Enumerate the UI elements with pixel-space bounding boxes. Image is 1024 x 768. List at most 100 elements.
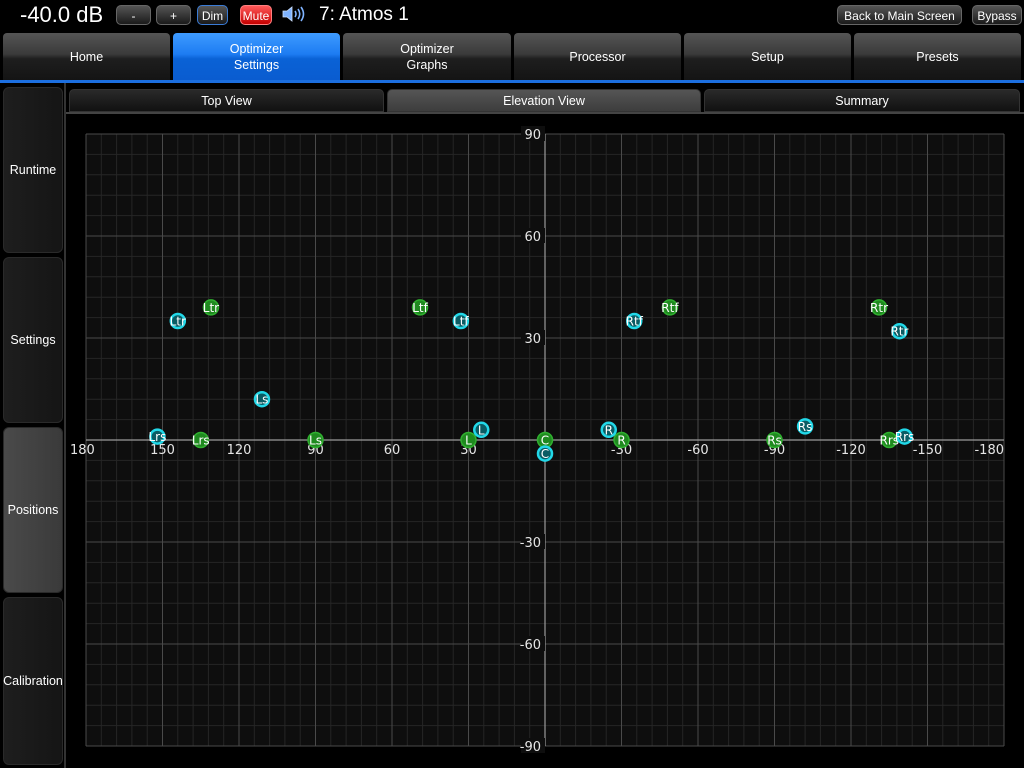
marker-dot xyxy=(253,390,271,408)
measured-speaker-marker[interactable]: Rtr xyxy=(890,322,909,340)
main-tab-bar: Home Optimizer Settings Optimizer Graphs… xyxy=(0,33,1024,80)
target-speaker-marker[interactable]: R xyxy=(613,431,630,449)
subtab-summary[interactable]: Summary xyxy=(704,89,1020,112)
measured-speaker-marker[interactable]: Rs xyxy=(796,418,814,435)
dim-button[interactable]: Dim xyxy=(197,5,228,25)
preset-name: 7: Atmos 1 xyxy=(319,4,409,25)
marker-dot xyxy=(896,428,913,445)
marker-label: Rs xyxy=(767,434,782,448)
target-speaker-marker[interactable]: Rrs xyxy=(879,431,899,449)
y-tick-label: -90 xyxy=(520,740,541,755)
volume-down-button[interactable]: - xyxy=(116,5,151,25)
tab-optimizer-settings[interactable]: Optimizer Settings xyxy=(173,33,340,80)
x-tick-label: 120 xyxy=(227,443,252,458)
marker-dot xyxy=(626,312,643,330)
x-tick-label: -180 xyxy=(974,443,1004,458)
tab-processor[interactable]: Processor xyxy=(514,33,681,80)
target-speaker-marker[interactable]: Ltr xyxy=(202,299,220,316)
marker-dot xyxy=(891,322,908,340)
measured-speaker-marker[interactable]: Rtf xyxy=(626,312,644,330)
measured-speaker-marker[interactable]: R xyxy=(600,421,617,439)
x-tick-label: 30 xyxy=(460,443,477,458)
marker-label: L xyxy=(465,434,472,448)
volume-readout: -40.0 dB xyxy=(20,2,104,27)
marker-dot xyxy=(870,299,888,316)
y-tick-bg xyxy=(521,738,545,753)
side-tab-positions[interactable]: Positions xyxy=(3,427,63,593)
sidebar-divider xyxy=(64,83,66,768)
measured-speaker-marker[interactable]: Ls xyxy=(253,390,271,408)
side-tab-calibration[interactable]: Calibration xyxy=(3,597,63,765)
mute-button[interactable]: Mute xyxy=(240,5,272,25)
speaker-volume-icon[interactable] xyxy=(282,5,306,28)
target-speaker-marker[interactable]: C xyxy=(536,431,554,449)
tab-optimizer-graphs[interactable]: Optimizer Graphs xyxy=(343,33,511,80)
marker-dot xyxy=(536,431,554,449)
side-tab-settings[interactable]: Settings xyxy=(3,257,63,423)
marker-dot xyxy=(881,431,898,449)
marker-dot xyxy=(613,431,630,449)
tab-underline xyxy=(0,80,1024,83)
major-grid xyxy=(85,133,1005,747)
subtab-elevation-view[interactable]: Elevation View xyxy=(387,89,701,112)
x-tick-label: 150 xyxy=(150,443,175,458)
marker-dot xyxy=(536,445,554,462)
tab-setup[interactable]: Setup xyxy=(684,33,851,80)
marker-dot xyxy=(452,312,470,330)
target-speaker-marker[interactable]: Rs xyxy=(766,431,783,449)
marker-label: Rtf xyxy=(626,315,644,329)
y-tick-label: 60 xyxy=(524,230,541,245)
y-tick-bg xyxy=(521,228,545,243)
target-speaker-marker[interactable]: Rtf xyxy=(661,299,679,316)
marker-dot xyxy=(169,312,187,330)
marker-dot xyxy=(202,299,220,316)
marker-label: C xyxy=(541,447,549,461)
plot-area xyxy=(86,134,1004,746)
x-tick-label: 60 xyxy=(384,443,401,458)
measured-speaker-marker[interactable]: L xyxy=(473,421,490,439)
measured-speaker-marker[interactable]: Lrs xyxy=(148,428,166,445)
marker-label: L xyxy=(478,423,485,437)
bypass-button[interactable]: Bypass xyxy=(972,5,1022,25)
x-tick-label: -120 xyxy=(836,443,866,458)
volume-up-button[interactable]: + xyxy=(156,5,191,25)
subtab-underline xyxy=(66,112,1024,114)
marker-dot xyxy=(411,299,429,316)
marker-label: R xyxy=(605,423,613,437)
x-tick-label: -60 xyxy=(687,443,708,458)
elevation-chart: 180 150 120 90 60 30 -30 -60 -90 -120 -150 -180 90 6… xyxy=(70,126,1005,755)
marker-label: R xyxy=(617,434,625,448)
marker-label: Rtr xyxy=(870,301,888,315)
marker-dot xyxy=(192,431,209,449)
marker-dot xyxy=(307,431,324,449)
marker-label: Rrs xyxy=(895,430,915,444)
marker-label: Lrs xyxy=(148,430,166,444)
marker-label: Lrs xyxy=(192,434,210,448)
measured-speaker-marker[interactable]: C xyxy=(536,445,554,462)
subtab-top-view[interactable]: Top View xyxy=(69,89,384,112)
speaker-markers: Ltr Ltf Rtf Rtr Lrs Ls L C R Rs Rrs Ltr Ltf Rtf Rtr Ls L… xyxy=(148,299,915,462)
tab-home[interactable]: Home xyxy=(3,33,170,80)
marker-dot xyxy=(600,421,617,439)
target-speaker-marker[interactable]: Rtr xyxy=(870,299,888,316)
y-tick-label: 90 xyxy=(524,128,541,143)
target-speaker-marker[interactable]: L xyxy=(460,431,477,449)
measured-speaker-marker[interactable]: Ltr xyxy=(169,312,187,330)
marker-dot xyxy=(796,418,814,435)
back-to-main-button[interactable]: Back to Main Screen xyxy=(837,5,962,25)
measured-speaker-marker[interactable]: Rrs xyxy=(895,428,915,445)
marker-dot xyxy=(766,431,783,449)
marker-label: C xyxy=(541,434,549,448)
axes xyxy=(86,134,1004,746)
target-speaker-marker[interactable]: Lrs xyxy=(192,431,210,449)
marker-label: Rtf xyxy=(661,301,679,315)
measured-speaker-marker[interactable]: Ltf xyxy=(452,312,470,330)
side-tab-runtime[interactable]: Runtime xyxy=(3,87,63,253)
marker-label: Rs xyxy=(798,420,813,434)
target-speaker-marker[interactable]: Ltf xyxy=(411,299,429,316)
minor-grid xyxy=(85,133,1005,747)
x-tick-label: 180 xyxy=(70,443,95,458)
y-tick-bg xyxy=(521,534,545,549)
tab-presets[interactable]: Presets xyxy=(854,33,1021,80)
target-speaker-marker[interactable]: Ls xyxy=(307,431,324,449)
